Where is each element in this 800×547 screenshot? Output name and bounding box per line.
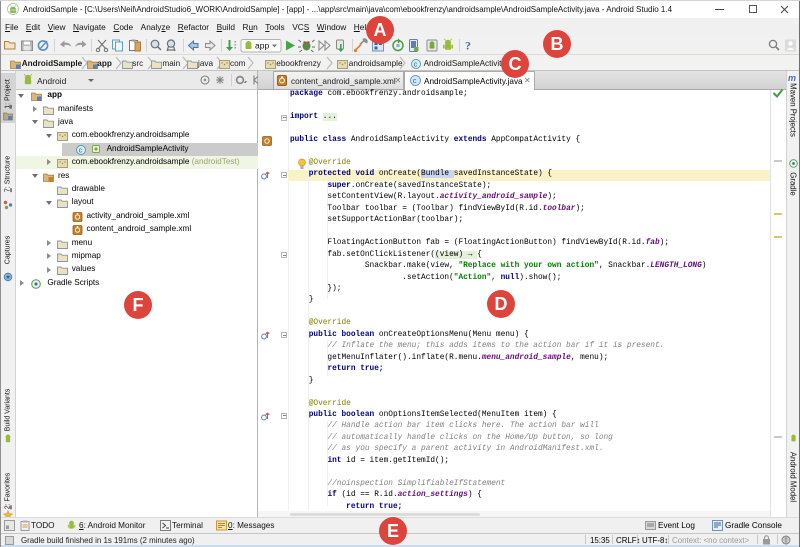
- svg-text:?: ?: [465, 39, 471, 53]
- svg-text:c: c: [79, 147, 83, 154]
- svg-text:c: c: [414, 61, 418, 68]
- svg-text:app: app: [255, 41, 269, 51]
- svg-text:c: c: [413, 76, 417, 85]
